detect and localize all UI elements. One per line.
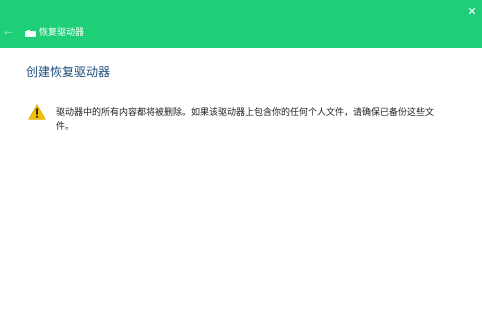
close-icon: ✕ [467,4,477,18]
drive-icon [25,30,36,37]
title-bar: ← 恢复驱动器 ✕ [0,0,482,48]
back-arrow-icon[interactable]: ← [4,27,13,39]
warning-text: 驱动器中的所有内容都将被删除。如果该驱动器上包含你的任何个人文件，请确保已备份这… [56,108,435,132]
window-title: 恢复驱动器 [39,28,85,38]
page-title: 创建恢复驱动器 [26,65,111,79]
close-button[interactable]: ✕ [462,2,482,20]
warning-icon [28,104,46,120]
